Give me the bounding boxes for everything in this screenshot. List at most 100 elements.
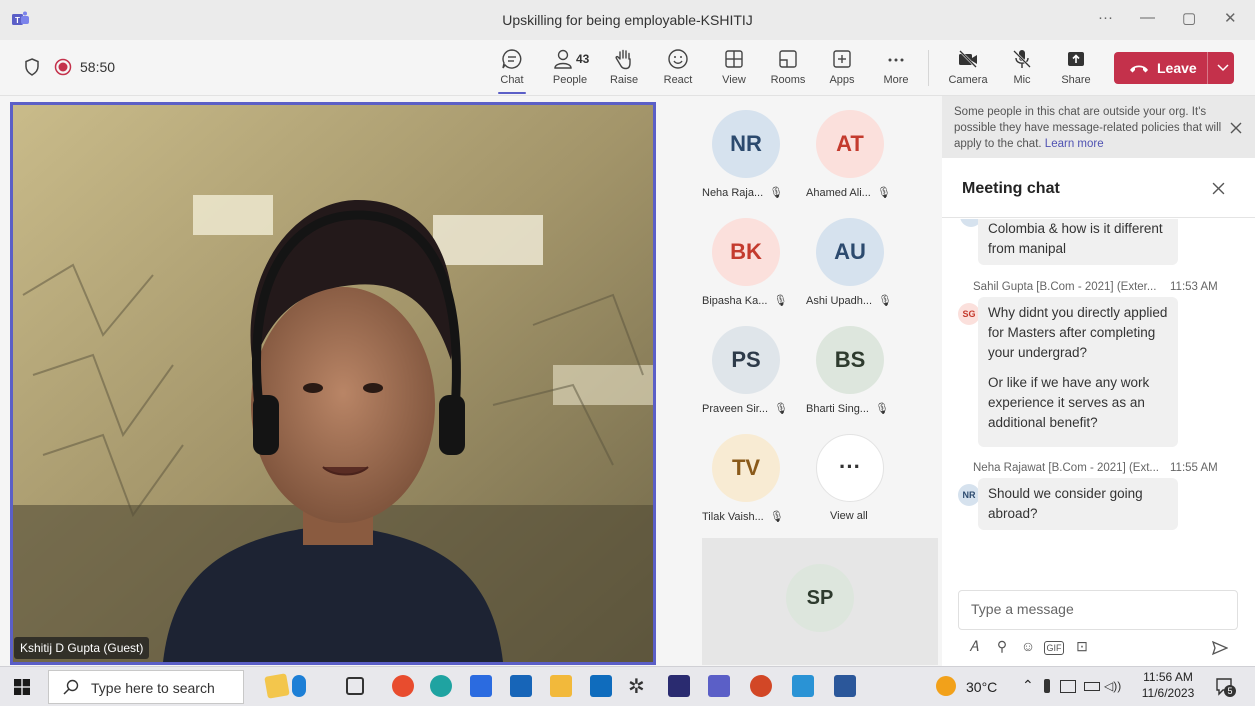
grid-icon [725, 50, 743, 68]
speaker-video-frame [13, 105, 653, 662]
participant-tile[interactable]: TV Tilak Vaish... 🎙 [702, 430, 802, 530]
leave-divider [1207, 52, 1208, 84]
photos-icon[interactable] [792, 675, 814, 697]
view-button[interactable]: View [712, 40, 756, 96]
avatar: SG [958, 303, 980, 325]
task-view-icon[interactable] [346, 677, 364, 695]
participant-tile[interactable]: NR Neha Raja... 🎙 [702, 106, 802, 206]
chat-header: Meeting chat [942, 158, 1255, 218]
participant-tile[interactable]: AT Ahamed Ali... 🎙 [806, 106, 906, 206]
avatar: NR [712, 110, 780, 178]
participant-tile[interactable]: PS Praveen Sir... 🎙 [702, 322, 802, 422]
powerpoint-icon[interactable] [750, 675, 772, 697]
rooms-button-label: Rooms [770, 74, 806, 86]
teams-icon[interactable] [708, 675, 730, 697]
participant-tile[interactable]: AU Ashi Upadh... 🎙 [806, 214, 906, 314]
ellipsis-icon [888, 58, 904, 62]
minimize-button[interactable]: — [1140, 9, 1155, 26]
edge-icon[interactable] [430, 675, 452, 697]
taskbar-search[interactable]: Type here to search [48, 670, 244, 704]
format-icon[interactable]: 𝐴 [964, 638, 984, 658]
attach-icon[interactable]: ⚲ [992, 638, 1012, 658]
people-count: 43 [576, 52, 590, 66]
avatar: PS [712, 326, 780, 394]
mic-button[interactable]: Mic [1000, 40, 1044, 96]
word-icon[interactable] [834, 675, 856, 697]
chat-button[interactable]: Chat [490, 40, 534, 96]
speaker-name-badge: Kshitij D Gupta (Guest) [14, 637, 150, 659]
leave-button[interactable]: Leave [1114, 52, 1234, 84]
meeting-toolbar: 58:50 Chat 43 People Raise React View Ro… [0, 40, 1255, 96]
close-window-button[interactable]: ✕ [1224, 9, 1237, 27]
avatar: SP [786, 564, 854, 632]
chat-messages: Colombia & how is it different from mani… [942, 219, 1255, 589]
avatar: AU [816, 218, 884, 286]
send-icon[interactable] [1212, 640, 1228, 656]
windows-start-icon[interactable] [14, 679, 30, 695]
raise-hand-button[interactable]: Raise [602, 40, 646, 96]
chrome-icon[interactable] [392, 675, 414, 697]
participant-name: Neha Raja... 🎙 [702, 187, 784, 199]
restore-button[interactable]: ▢ [1182, 9, 1196, 27]
mic-muted-icon: 🎙 [876, 187, 891, 199]
main-video-feed[interactable] [10, 102, 656, 665]
leave-button-label: Leave [1157, 60, 1197, 76]
meeting-timer: 58:50 [80, 59, 116, 75]
rooms-button[interactable]: Rooms [766, 40, 810, 96]
chat-message: Should we consider going abroad? [978, 478, 1178, 530]
battery-icon[interactable] [1084, 682, 1100, 691]
rooms-icon [779, 50, 797, 68]
message-compose-box[interactable] [958, 590, 1238, 630]
apps-button[interactable]: Apps [820, 40, 864, 96]
gif-icon[interactable]: GIF [1044, 641, 1064, 655]
view-all-tile[interactable]: ··· View all [806, 430, 906, 530]
people-button[interactable]: 43 People [546, 40, 594, 96]
participant-tile[interactable]: BK Bipasha Ka... 🎙 [702, 214, 802, 314]
emoji-icon[interactable]: ☺ [1018, 638, 1038, 658]
participant-name: Ashi Upadh... 🎙 [806, 295, 893, 307]
mic-muted-icon: 🎙 [769, 187, 784, 199]
camera-button[interactable]: Camera [946, 40, 990, 96]
clock-time: 11:56 AM [1143, 670, 1193, 684]
clock[interactable]: 11:56 AM 11/6/2023 [1136, 670, 1200, 700]
participant-video-tile[interactable]: SP [702, 538, 938, 665]
mail-icon[interactable] [510, 675, 532, 697]
participant-name: Bharti Sing... 🎙 [806, 403, 889, 415]
plus-icon [833, 50, 851, 68]
settings-icon[interactable]: ✲ [628, 674, 645, 699]
chevron-down-icon[interactable] [1217, 63, 1229, 73]
close-icon[interactable] [1212, 182, 1225, 195]
shield-icon[interactable] [24, 58, 40, 76]
message-input[interactable] [971, 601, 1231, 617]
network-icon[interactable] [1060, 680, 1076, 693]
avatar: AT [816, 110, 884, 178]
title-bar: T Upskilling for being employable-KSHITI… [0, 0, 1255, 40]
microphone-tray-icon[interactable] [1044, 679, 1050, 693]
share-button[interactable]: Share [1054, 40, 1098, 96]
app-icon[interactable] [292, 675, 306, 697]
recording-icon [54, 58, 72, 76]
chevron-up-icon[interactable]: ⌃ [1022, 677, 1034, 694]
file-explorer-icon[interactable] [550, 675, 572, 697]
weather-icon [936, 676, 956, 696]
react-button[interactable]: React [656, 40, 700, 96]
people-icon [554, 49, 572, 69]
outlook-icon[interactable] [590, 675, 612, 697]
ellipsis-icon: ··· [816, 434, 884, 502]
sticky-app-icon[interactable] [264, 673, 290, 699]
sticker-icon[interactable]: ⊡ [1072, 638, 1092, 658]
learn-more-link[interactable]: Learn more [1045, 138, 1104, 150]
message-sender: Sahil Gupta [B.Com - 2021] (Exter... [973, 281, 1157, 293]
more-options-icon[interactable]: ··· [1098, 9, 1113, 26]
volume-icon[interactable]: ◁)) [1104, 679, 1121, 693]
close-icon[interactable] [1230, 122, 1242, 134]
chat-button-label: Chat [500, 74, 524, 86]
notification-center-icon[interactable]: 5 [1214, 675, 1236, 697]
hand-icon [615, 49, 631, 70]
notification-badge: 5 [1224, 685, 1236, 697]
participant-tile[interactable]: BS Bharti Sing... 🎙 [806, 322, 906, 422]
view-all-label: View all [830, 510, 868, 522]
app-icon[interactable] [668, 675, 690, 697]
more-button[interactable]: More [874, 40, 918, 96]
store-icon[interactable] [470, 675, 492, 697]
